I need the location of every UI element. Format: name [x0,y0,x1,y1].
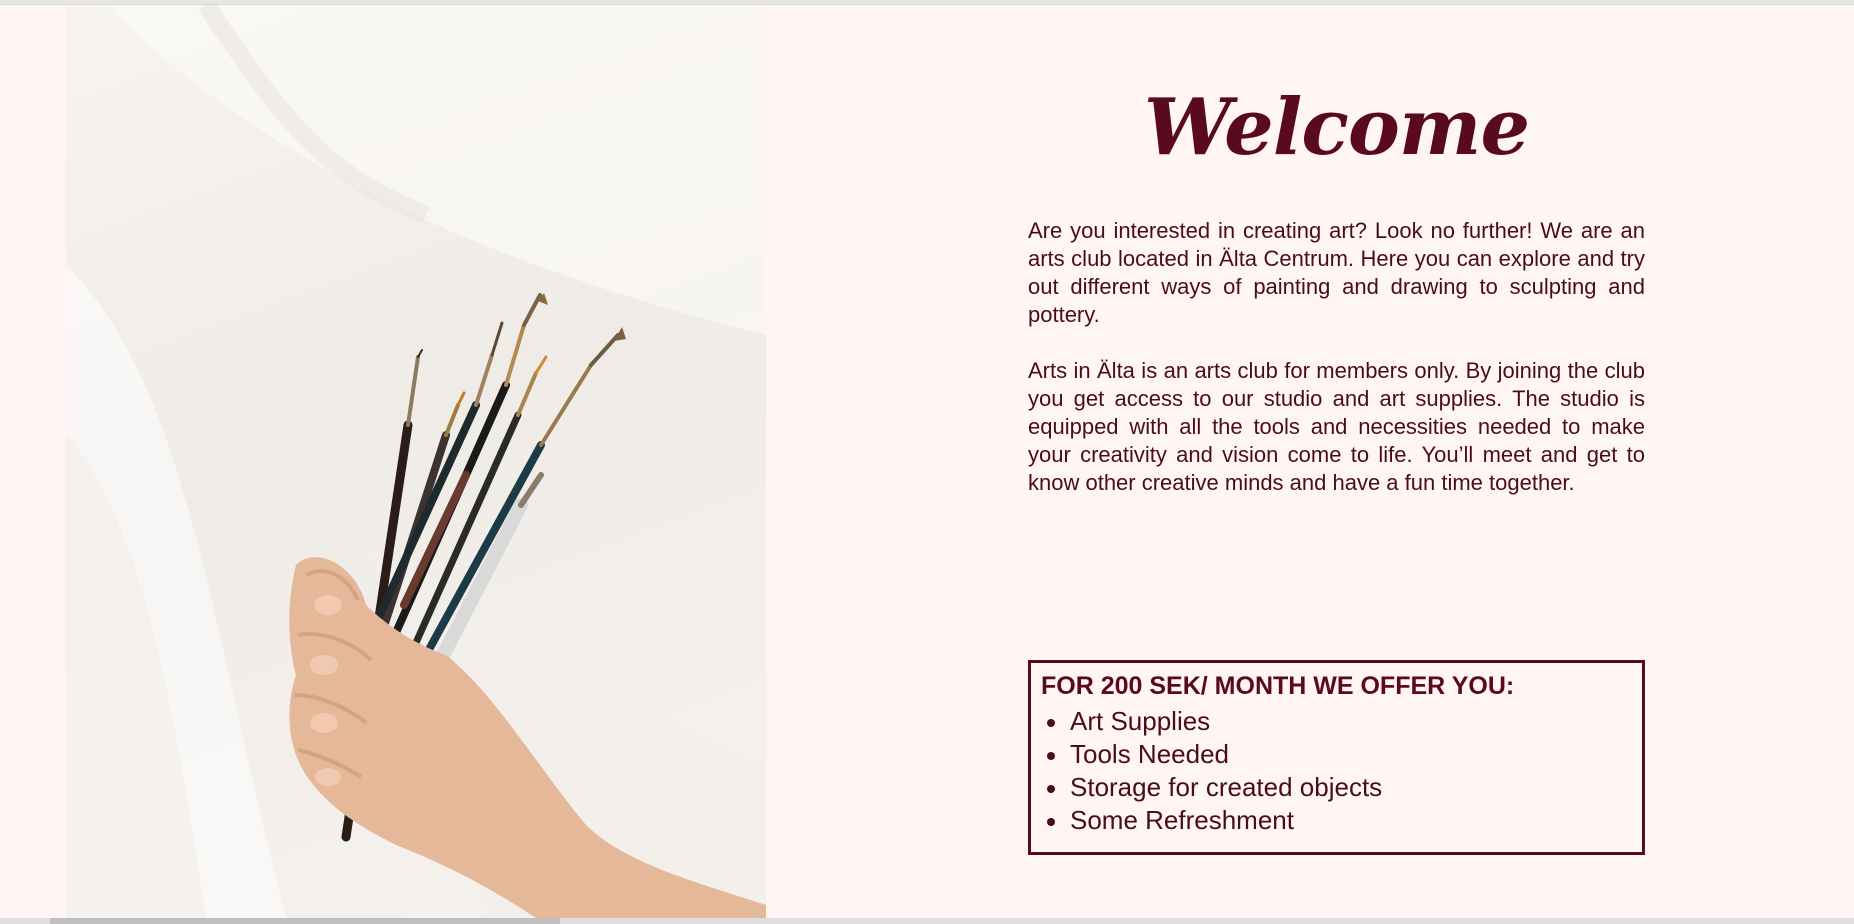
page-title: Welcome [1143,82,1530,173]
list-item: Tools Needed [1041,738,1632,771]
membership-paragraph: Arts in Älta is an arts club for members… [1028,358,1645,495]
bullet-icon [1047,785,1055,793]
welcome-section: Welcome Are you interested in creating a… [1028,5,1645,918]
offer-item-label: Some Refreshment [1070,805,1294,835]
offer-heading: FOR 200 SEK/ MONTH WE OFFER YOU: [1041,672,1515,700]
offer-item-label: Storage for created objects [1070,772,1383,802]
bullet-icon [1047,752,1055,760]
left-margin [0,5,66,918]
bullet-icon [1047,719,1055,727]
offer-box: FOR 200 SEK/ MONTH WE OFFER YOU: Art Sup… [1028,660,1645,855]
intro-paragraph: Are you interested in creating art? Look… [1028,218,1645,327]
paintbrushes-illustration [66,5,766,918]
list-item: Art Supplies [1041,705,1632,738]
list-item: Some Refreshment [1041,804,1632,837]
hand-holding-paintbrushes-photo [66,5,766,918]
list-item: Storage for created objects [1041,771,1632,804]
scrollbar-thumb[interactable] [50,918,560,924]
offer-list: Art Supplies Tools Needed Storage for cr… [1041,705,1632,837]
offer-item-label: Tools Needed [1070,739,1229,769]
page: Welcome Are you interested in creating a… [0,5,1854,918]
bullet-icon [1047,818,1055,826]
offer-item-label: Art Supplies [1070,706,1211,736]
